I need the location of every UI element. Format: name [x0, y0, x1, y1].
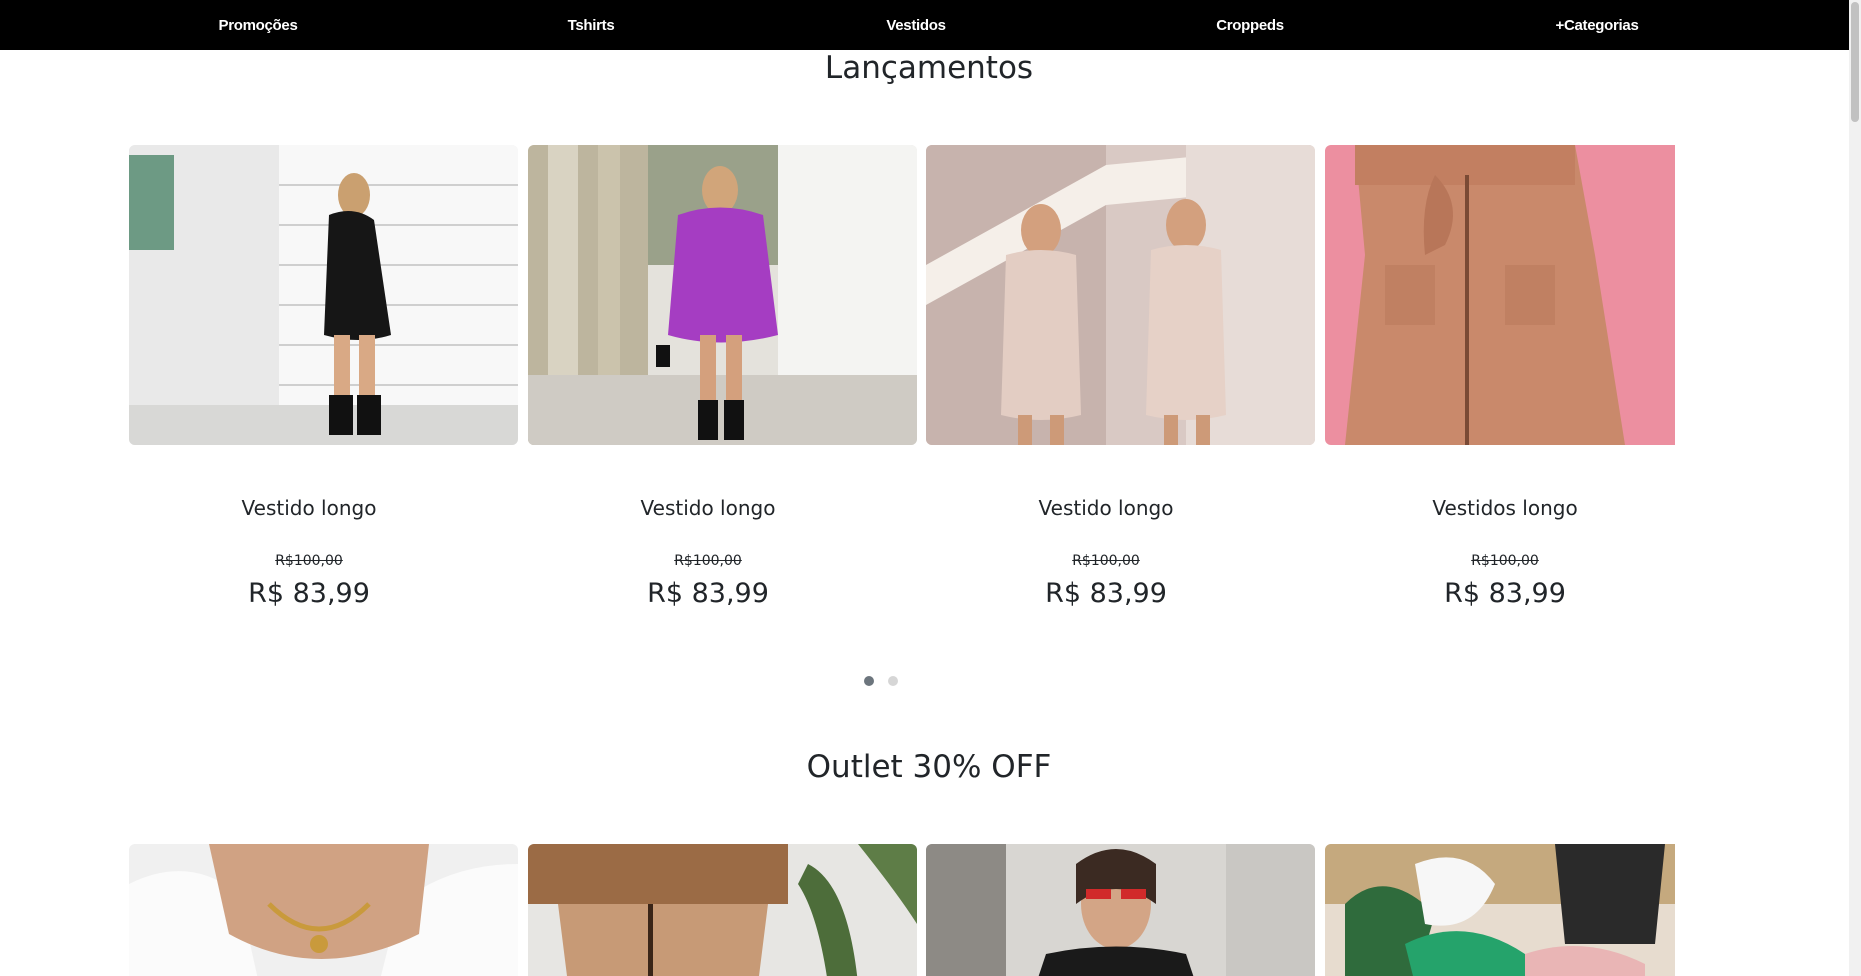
- product-price-1: R$ 83,99: [248, 578, 370, 609]
- outlet-image-4[interactable]: [1325, 844, 1675, 976]
- top-navigation: Promoções Tshirts Vestidos Croppeds +Cat…: [0, 0, 1861, 50]
- product-price-2: R$ 83,99: [647, 578, 769, 609]
- product-image-2[interactable]: [528, 145, 917, 445]
- page-scrollbar[interactable]: [1849, 0, 1861, 976]
- nav-item-vestidos[interactable]: Vestidos: [886, 0, 946, 50]
- product-old-price-4: R$100,00: [1471, 553, 1539, 569]
- outlet-image-2[interactable]: [528, 844, 917, 976]
- outlet-image-1[interactable]: [129, 844, 518, 976]
- outlet-image-3[interactable]: [926, 844, 1315, 976]
- product-old-price-1: R$100,00: [275, 553, 343, 569]
- outlet-title: Outlet 30% OFF: [806, 749, 1052, 785]
- nav-item-tshirts[interactable]: Tshirts: [568, 0, 615, 50]
- nav-item-more-categories[interactable]: +Categorias: [1556, 0, 1639, 50]
- product-price-3: R$ 83,99: [1045, 578, 1167, 609]
- product-name-3[interactable]: Vestido longo: [911, 496, 1301, 520]
- nav-item-croppeds[interactable]: Croppeds: [1216, 0, 1284, 50]
- carousel-dot-1[interactable]: [864, 676, 874, 686]
- product-old-price-2: R$100,00: [674, 553, 742, 569]
- product-old-price-3: R$100,00: [1072, 553, 1140, 569]
- product-image-1[interactable]: [129, 145, 518, 445]
- page-scrollbar-thumb[interactable]: [1851, 2, 1859, 122]
- nav-item-promocoes[interactable]: Promoções: [219, 0, 298, 50]
- product-name-2[interactable]: Vestido longo: [513, 496, 903, 520]
- product-name-1[interactable]: Vestido longo: [114, 496, 504, 520]
- product-name-4[interactable]: Vestidos longo: [1310, 496, 1700, 520]
- page: Promoções Tshirts Vestidos Croppeds +Cat…: [0, 0, 1861, 976]
- product-image-3[interactable]: [926, 145, 1315, 445]
- product-price-4: R$ 83,99: [1444, 578, 1566, 609]
- launches-title: Lançamentos: [824, 50, 1034, 86]
- product-image-4[interactable]: [1325, 145, 1675, 445]
- carousel-dot-2[interactable]: [888, 676, 898, 686]
